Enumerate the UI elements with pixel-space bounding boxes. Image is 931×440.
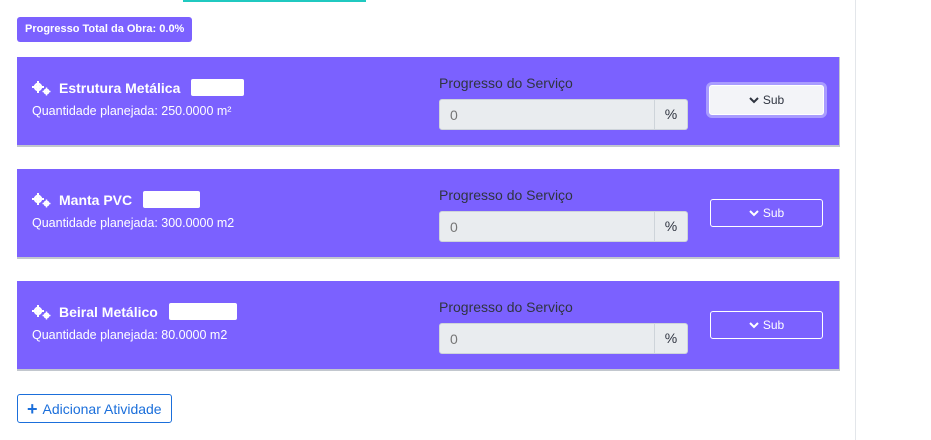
planned-quantity: Quantidade planejada: 300.0000 m2: [32, 216, 235, 230]
gears-icon: [32, 192, 52, 208]
progress-input[interactable]: [439, 323, 655, 354]
sub-toggle-button[interactable]: Sub: [710, 199, 823, 227]
category-badge: Estrutura: [191, 79, 244, 96]
chevron-down-icon: [749, 208, 759, 218]
percent-suffix: %: [655, 211, 688, 242]
sub-toggle-button[interactable]: Sub: [710, 311, 823, 339]
top-tab-edge: [183, 0, 366, 2]
progress-label: Progresso do Serviço: [439, 299, 573, 315]
chevron-down-icon: [749, 320, 759, 330]
planned-quantity: Quantidade planejada: 250.0000 m²: [32, 104, 232, 118]
plus-icon: +: [27, 398, 38, 419]
percent-suffix: %: [655, 99, 688, 130]
category-badge: Cobertura: [143, 191, 200, 208]
add-activity-label: Adicionar Atividade: [42, 400, 162, 417]
add-activity-button[interactable]: + Adicionar Atividade: [17, 394, 172, 423]
content-divider: [855, 0, 856, 440]
chevron-down-icon: [749, 95, 759, 105]
activity-name: Estrutura Metálica: [59, 79, 181, 96]
activity-card-manta-pvc: Manta PVC Cobertura Quantidade planejada…: [17, 169, 840, 259]
progress-label: Progresso do Serviço: [439, 187, 573, 203]
planned-quantity: Quantidade planejada: 80.0000 m2: [32, 328, 228, 342]
total-progress-badge: Progresso Total da Obra: 0.0%: [17, 17, 192, 42]
category-badge: Acabamento: [168, 303, 237, 320]
progress-input-group: %: [439, 99, 688, 130]
sub-button-label: Sub: [762, 93, 785, 107]
gears-icon: [32, 80, 52, 96]
activity-name: Manta PVC: [59, 191, 133, 208]
progress-label: Progresso do Serviço: [439, 75, 573, 91]
percent-suffix: %: [655, 323, 688, 354]
progress-input-group: %: [439, 211, 688, 242]
sub-button-label: Sub: [762, 206, 785, 220]
activity-name: Beiral Metálico: [59, 303, 158, 320]
progress-input[interactable]: [439, 99, 655, 130]
gears-icon: [32, 304, 52, 320]
activity-card-beiral-metalico: Beiral Metálico Acabamento Quantidade pl…: [17, 281, 840, 371]
sub-button-label: Sub: [762, 318, 785, 332]
progress-input[interactable]: [439, 211, 655, 242]
sub-toggle-button[interactable]: Sub: [709, 85, 824, 115]
progress-input-group: %: [439, 323, 688, 354]
activity-card-estrutura-metalica: Estrutura Metálica Estrutura Quantidade …: [17, 57, 840, 147]
